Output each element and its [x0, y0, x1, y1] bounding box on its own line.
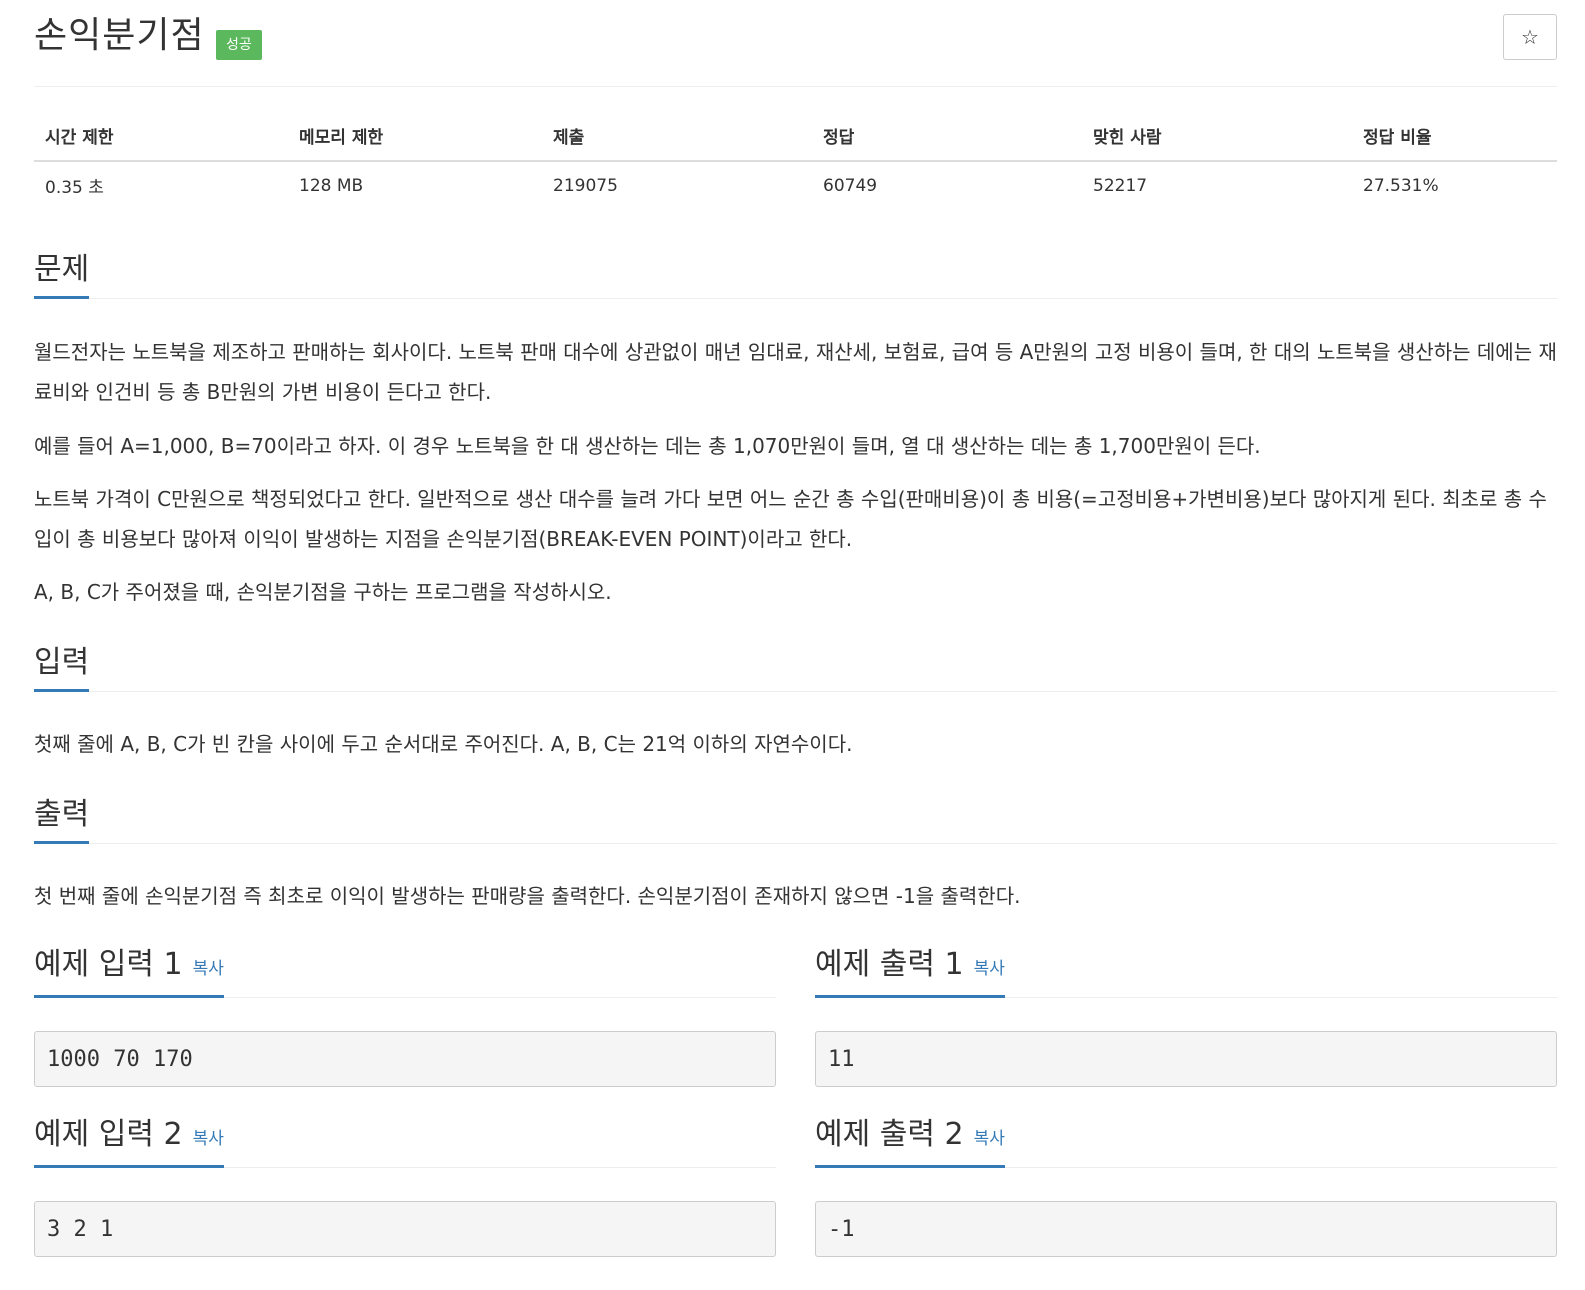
table-header-row: 시간 제한 메모리 제한 제출 정답 맞힌 사람 정답 비율	[34, 110, 1557, 162]
sample-input-2[interactable]: 3 2 1	[34, 1201, 776, 1257]
sample-output-1-title: 예제 출력 1	[815, 947, 964, 982]
star-button[interactable]: ☆	[1503, 14, 1557, 60]
description-paragraph-2: 예를 들어 A=1,000, B=70이라고 하자. 이 경우 노트북을 한 대…	[34, 434, 1261, 458]
sample-output-2-header: 예제 출력 2 복사	[815, 1117, 1557, 1168]
sample-output-1-header: 예제 출력 1 복사	[815, 947, 1557, 998]
header-memory-limit: 메모리 제한	[288, 110, 542, 162]
problem-title: 손익분기점	[34, 15, 205, 56]
value-time-limit: 0.35 초	[45, 178, 104, 198]
description-section-header: 문제	[34, 252, 1557, 299]
header-accepted: 정답	[812, 110, 1082, 162]
description-paragraph-1: 월드전자는 노트북을 제조하고 판매하는 회사이다. 노트북 판매 대수에 상관…	[34, 340, 1557, 404]
input-description: 첫째 줄에 A, B, C가 빈 칸을 사이에 두고 순서대로 주어진다. A,…	[34, 732, 853, 756]
copy-sample-output-1-button[interactable]: 복사	[974, 959, 1005, 979]
value-accept-ratio: 27.531%	[1363, 175, 1439, 196]
output-description: 첫 번째 줄에 손익분기점 즉 최초로 이익이 발생하는 판매량을 출력한다. …	[34, 884, 1021, 908]
output-title: 출력	[34, 797, 90, 844]
problem-page: 손익분기점 성공 ☆ 시간 제한 메모리 제한 제출 정답 맞힌 사람 정답 비…	[34, 0, 1557, 1257]
value-solved-users[interactable]: 52217	[1082, 161, 1352, 209]
output-section-header: 출력	[34, 797, 1557, 844]
value-accepted[interactable]: 60749	[812, 161, 1082, 209]
copy-sample-output-2-button[interactable]: 복사	[974, 1129, 1005, 1149]
sample-output-1[interactable]: 11	[815, 1031, 1557, 1087]
header-submissions: 제출	[542, 110, 812, 162]
sample-input-1-title: 예제 입력 1	[34, 947, 183, 982]
description-paragraph-4: A, B, C가 주어졌을 때, 손익분기점을 구하는 프로그램을 작성하시오.	[34, 580, 612, 604]
problem-info-table: 시간 제한 메모리 제한 제출 정답 맞힌 사람 정답 비율 0.35 초 12…	[34, 110, 1557, 209]
copy-sample-input-1-button[interactable]: 복사	[193, 959, 224, 979]
sample-input-1-header: 예제 입력 1 복사	[34, 947, 776, 998]
description-title: 문제	[34, 252, 90, 299]
table-row: 0.35 초 128 MB 219075 60749 52217 27.531%	[34, 161, 1557, 209]
sample-input-1[interactable]: 1000 70 170	[34, 1031, 776, 1087]
sample-output-2[interactable]: -1	[815, 1201, 1557, 1257]
header-time-limit: 시간 제한	[34, 110, 288, 162]
status-badge: 성공	[216, 30, 262, 60]
sample-input-2-title: 예제 입력 2	[34, 1117, 183, 1152]
sample-output-2-title: 예제 출력 2	[815, 1117, 964, 1152]
sample-input-2-header: 예제 입력 2 복사	[34, 1117, 776, 1168]
value-memory-limit: 128 MB	[299, 175, 364, 196]
description-paragraph-3: 노트북 가격이 C만원으로 책정되었다고 한다. 일반적으로 생산 대수를 늘려…	[34, 487, 1547, 551]
input-title: 입력	[34, 645, 90, 692]
header-solved-users: 맞힌 사람	[1082, 110, 1352, 162]
input-section-header: 입력	[34, 645, 1557, 692]
copy-sample-input-2-button[interactable]: 복사	[193, 1129, 224, 1149]
problem-header: 손익분기점 성공 ☆	[34, 0, 1557, 87]
star-icon: ☆	[1521, 25, 1539, 49]
header-accept-ratio: 정답 비율	[1352, 110, 1557, 162]
value-submissions[interactable]: 219075	[542, 161, 812, 209]
